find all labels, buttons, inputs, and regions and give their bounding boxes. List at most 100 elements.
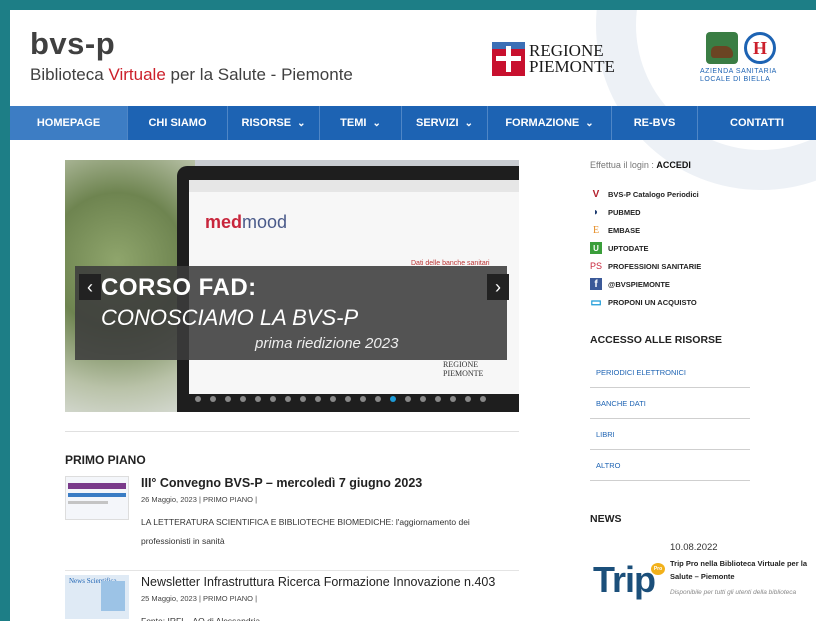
post-meta: 25 Maggio, 2023 | PRIMO PIANO | <box>141 594 258 603</box>
subtitle-part-1: Biblioteca <box>30 65 109 84</box>
regione-piemonte-logo[interactable]: REGIONE PIEMONTE <box>492 40 615 78</box>
slide-title: CORSO FAD: <box>101 274 257 301</box>
slider-dot[interactable] <box>360 396 366 402</box>
slider-dot[interactable] <box>435 396 441 402</box>
news-date: 10.08.2022 <box>670 542 718 553</box>
nav-label: FORMAZIONE <box>505 117 580 129</box>
link-pubmed[interactable]: ◗ PUBMED <box>590 203 701 221</box>
slider-dot-active[interactable] <box>390 396 396 402</box>
login-text: Effettua il login : <box>590 160 657 170</box>
nav-formazione[interactable]: FORMAZIONE ⌄ <box>488 106 612 140</box>
slider-dot[interactable] <box>330 396 336 402</box>
trip-pro-badge: Pro <box>651 563 665 575</box>
news-title[interactable]: Trip Pro nella Biblioteca Virtuale per l… <box>670 557 810 583</box>
post-excerpt: LA LETTERATURA SCIENTIFICA E BIBLIOTECHE… <box>141 517 470 546</box>
chevron-down-icon: ⌄ <box>464 117 473 129</box>
slider-dot[interactable] <box>405 396 411 402</box>
post-excerpt: Fonte: IRFI – AO di Alessandria <box>141 616 261 621</box>
facebook-icon: f <box>590 278 602 290</box>
slider-dot[interactable] <box>300 396 306 402</box>
link-proponi-acquisto[interactable]: ▭ PROPONI UN ACQUISTO <box>590 293 701 311</box>
risorse-list: PERIODICI ELETTRONICI BANCHE DATI LIBRI … <box>590 357 750 481</box>
nav-label: TEMI <box>340 117 367 129</box>
piemonte-flag-icon <box>492 42 525 76</box>
link-embase[interactable]: E EMBASE <box>590 221 701 239</box>
slider-prev-button[interactable]: ‹ <box>79 274 101 300</box>
nav-chi-siamo[interactable]: CHI SIAMO <box>128 106 228 140</box>
bvsp-v-icon: V <box>592 188 600 200</box>
medmood-brand-b: mood <box>242 212 288 232</box>
risorsa-libri[interactable]: LIBRI <box>590 419 750 450</box>
slide-subtitle: CONOSCIAMO LA BVS-P <box>101 305 359 330</box>
biella-bear-icon <box>706 32 738 64</box>
slider-dot[interactable] <box>315 396 321 402</box>
cart-icon: ▭ <box>590 295 602 309</box>
site-logo-subtitle[interactable]: Biblioteca Virtuale per la Salute - Piem… <box>30 65 353 85</box>
post-meta: 26 Maggio, 2023 | PRIMO PIANO | <box>141 495 258 504</box>
slider-dot[interactable] <box>195 396 201 402</box>
news-heading: NEWS <box>590 513 622 525</box>
chevron-down-icon: ⌄ <box>297 117 306 129</box>
nav-servizi[interactable]: SERVIZI ⌄ <box>402 106 488 140</box>
nav-label: RISORSE <box>241 117 292 129</box>
trip-pro-logo[interactable]: Trip Pro <box>593 559 665 601</box>
slider-dot[interactable] <box>420 396 426 402</box>
divider <box>65 570 519 571</box>
slider-dot[interactable] <box>255 396 261 402</box>
nav-contatti[interactable]: CONTATTI <box>698 106 816 140</box>
login-link[interactable]: ACCEDI <box>656 160 691 170</box>
risorse-heading: ACCESSO ALLE RISORSE <box>590 334 723 346</box>
nav-re-bvs[interactable]: RE-BVS <box>612 106 698 140</box>
pubmed-icon: ◗ <box>592 206 600 218</box>
slider-dot[interactable] <box>225 396 231 402</box>
hospital-emblem-icon: H <box>744 32 776 64</box>
uptodate-icon: U <box>590 242 602 254</box>
chevron-down-icon: ⌄ <box>372 117 381 129</box>
nav-temi[interactable]: TEMI ⌄ <box>320 106 402 140</box>
post-thumbnail[interactable]: News Scientifica <box>65 575 129 619</box>
post-title[interactable]: Newsletter Infrastruttura Ricerca Formaz… <box>141 575 495 589</box>
nav-label: HOMEPAGE <box>36 117 101 129</box>
medmood-brand-a: med <box>205 212 243 232</box>
slider-dots <box>195 396 486 402</box>
link-professioni-sanitarie[interactable]: PS PROFESSIONI SANITARIE <box>590 257 701 275</box>
slider-dot[interactable] <box>345 396 351 402</box>
hero-slider[interactable]: medmood Dati delle banche sanitari CORSO… <box>65 160 519 412</box>
link-label: @BVSPIEMONTE <box>608 279 670 289</box>
risorsa-periodici[interactable]: PERIODICI ELETTRONICI <box>590 357 750 388</box>
site-logo-title[interactable]: bvs-p <box>30 26 115 62</box>
asl-biella-logo[interactable]: H AZIENDA SANITARIA LOCALE DI BIELLA <box>700 28 796 92</box>
slider-dot[interactable] <box>375 396 381 402</box>
nav-label: SERVIZI <box>416 117 459 129</box>
link-catalogo-periodici[interactable]: V BVS-P Catalogo Periodici <box>590 185 701 203</box>
asl-caption: AZIENDA SANITARIA LOCALE DI BIELLA <box>700 68 777 83</box>
link-label: BVS-P Catalogo Periodici <box>608 189 699 199</box>
slider-dot[interactable] <box>210 396 216 402</box>
news-subtitle: Disponibile per tutti gli utenti della b… <box>670 589 797 596</box>
slider-next-button[interactable]: › <box>487 274 509 300</box>
risorsa-banche-dati[interactable]: BANCHE DATI <box>590 388 750 419</box>
page-frame: bvs-p Biblioteca Virtuale per la Salute … <box>10 10 816 621</box>
link-label: UPTODATE <box>608 243 649 253</box>
slider-dot[interactable] <box>465 396 471 402</box>
nav-homepage[interactable]: HOMEPAGE <box>10 106 128 140</box>
screen-regione-logo: REGIONE PIEMONTE <box>443 360 484 378</box>
risorsa-altro[interactable]: ALTRO <box>590 450 750 481</box>
link-uptodate[interactable]: U UPTODATE <box>590 239 701 257</box>
slider-dot[interactable] <box>240 396 246 402</box>
slide-edition: prima riedizione 2023 <box>255 335 399 352</box>
divider <box>65 431 519 432</box>
link-label: PROFESSIONI SANITARIE <box>608 261 702 271</box>
slider-dot[interactable] <box>270 396 276 402</box>
slider-dot[interactable] <box>480 396 486 402</box>
post-thumbnail[interactable] <box>65 476 129 520</box>
link-facebook[interactable]: f @BVSPIEMONTE <box>590 275 701 293</box>
post-title[interactable]: III° Convegno BVS-P – mercoledì 7 giugno… <box>141 476 422 490</box>
embase-icon: E <box>592 224 600 236</box>
nav-risorse[interactable]: RISORSE ⌄ <box>228 106 320 140</box>
primo-piano-heading: PRIMO PIANO <box>65 453 146 467</box>
slider-dot[interactable] <box>450 396 456 402</box>
main-navigation: HOMEPAGE CHI SIAMO RISORSE ⌄ TEMI ⌄ SERVIZ… <box>10 106 816 140</box>
nav-label: CONTATTI <box>730 117 784 129</box>
slider-dot[interactable] <box>285 396 291 402</box>
